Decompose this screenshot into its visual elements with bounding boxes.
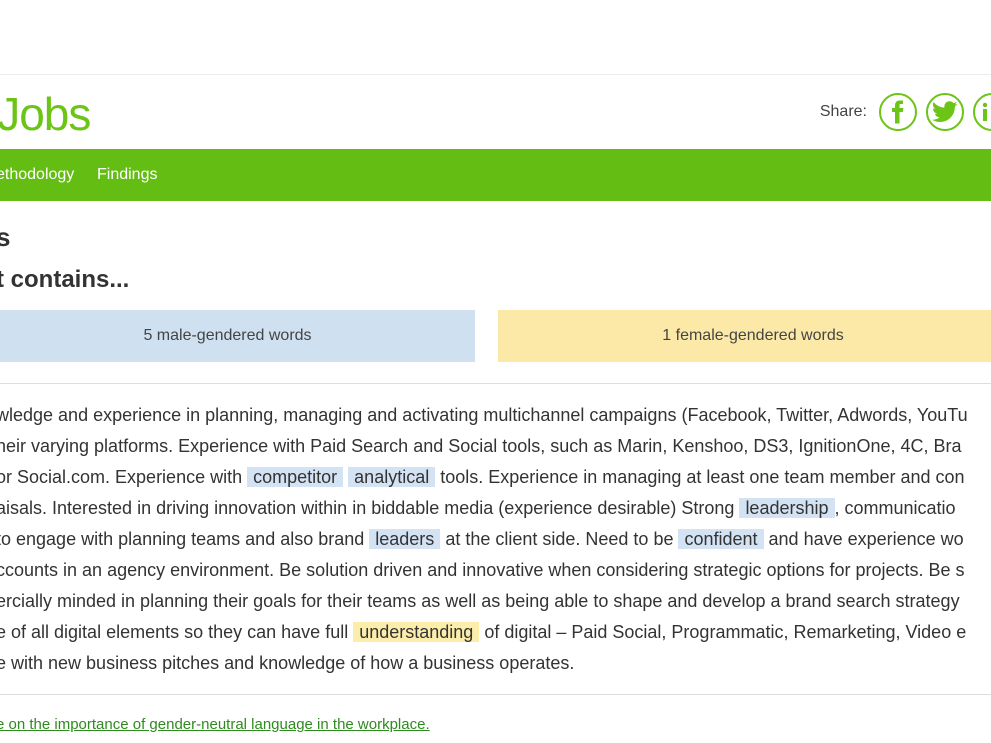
male-gendered-word: confident [678, 529, 764, 549]
job-text-line: to engage with planning teams and also b… [0, 528, 964, 550]
main-nav: ethodology Findings [0, 149, 991, 201]
job-text-segment: heir varying platforms. Experience with … [0, 436, 962, 456]
job-text-segment: ercially minded in planning their goals … [0, 591, 960, 611]
job-text-line: e with new business pitches and knowledg… [0, 652, 574, 674]
nav-item-findings[interactable]: Findings [97, 166, 157, 184]
gender-neutral-article-link[interactable]: e on the importance of gender-neutral la… [0, 716, 430, 733]
female-words-summary: 1 female-gendered words [498, 310, 991, 362]
site-header: lJobs Share: [0, 75, 991, 149]
male-words-count: 5 male-gendered words [143, 327, 312, 344]
job-text-segment: ccounts in an agency environment. Be sol… [0, 560, 965, 580]
job-text-segment: at the client side. Need to be [440, 529, 679, 549]
nav-item-methodology[interactable]: ethodology [0, 166, 74, 184]
twitter-icon[interactable] [926, 93, 964, 131]
female-gendered-word: understanding [353, 622, 480, 642]
job-text-segment: aisals. Interested in driving innovation… [0, 498, 740, 518]
job-text-segment: or Social.com. Experience with [0, 467, 248, 487]
male-gendered-word: competitor [247, 467, 344, 487]
job-text-line: wledge and experience in planning, manag… [0, 404, 968, 426]
job-text-segment: tools. Experience in managing at least o… [435, 467, 965, 487]
male-words-summary: 5 male-gendered words [0, 310, 475, 362]
job-text-line: heir varying platforms. Experience with … [0, 435, 962, 457]
female-words-count: 1 female-gendered words [662, 327, 844, 344]
facebook-icon[interactable] [879, 93, 917, 131]
job-text-line: aisals. Interested in driving innovation… [0, 497, 956, 519]
share-bar: Share: [820, 89, 991, 135]
job-text-segment: to engage with planning teams and also b… [0, 529, 370, 549]
male-gendered-word: leaders [369, 529, 441, 549]
job-text-segment: e with new business pitches and knowledg… [0, 653, 575, 673]
job-text-line: e of all digital elements so they can ha… [0, 621, 966, 643]
site-logo[interactable]: lJobs [0, 87, 91, 141]
male-gendered-word: analytical [348, 467, 436, 487]
share-label: Share: [819, 103, 867, 120]
top-blank-area [0, 0, 991, 74]
page-title: s [0, 222, 11, 252]
job-text-segment: of digital – Paid Social, Programmatic, … [479, 622, 967, 642]
job-text-segment: , communicatio [834, 498, 956, 518]
linkedin-icon[interactable] [973, 93, 991, 131]
job-text-line: ccounts in an agency environment. Be sol… [0, 559, 965, 581]
job-text-line: or Social.com. Experience with competito… [0, 466, 965, 488]
divider-bottom [0, 694, 991, 695]
job-text-segment: e of all digital elements so they can ha… [0, 622, 354, 642]
job-text-segment: wledge and experience in planning, manag… [0, 405, 968, 425]
male-gendered-word: leadership [739, 498, 835, 518]
job-text-segment: and have experience wo [763, 529, 964, 549]
result-heading: t contains... [0, 266, 130, 293]
divider-top [0, 383, 991, 384]
job-text-line: ercially minded in planning their goals … [0, 590, 960, 612]
